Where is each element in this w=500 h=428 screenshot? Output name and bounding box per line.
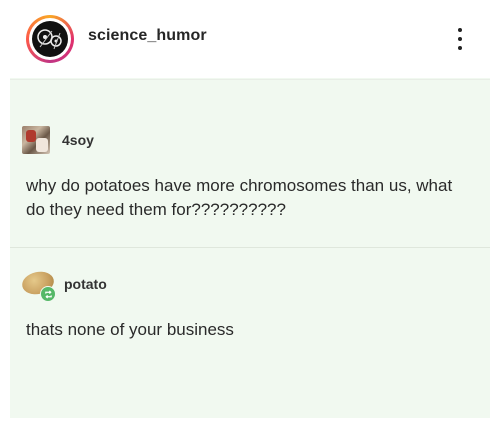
profile-avatar[interactable]: [26, 15, 74, 63]
potato-avatar: [20, 268, 56, 302]
more-options-icon[interactable]: [452, 25, 468, 53]
author-name: 4soy: [62, 132, 94, 148]
divider: [10, 79, 490, 80]
reply-author: potato: [20, 268, 107, 302]
reblog-icon: [40, 286, 56, 302]
avatar-image: [32, 21, 68, 57]
post-header: science_humor: [0, 0, 500, 78]
author-avatar: [22, 126, 50, 154]
original-post-author: 4soy: [22, 126, 94, 154]
author-name: potato: [64, 276, 107, 292]
reply-text: thats none of your business: [26, 320, 234, 339]
original-post-text: why do potatoes have more chromosomes th…: [26, 176, 453, 219]
divider: [10, 247, 490, 248]
account-username[interactable]: science_humor: [88, 27, 207, 45]
